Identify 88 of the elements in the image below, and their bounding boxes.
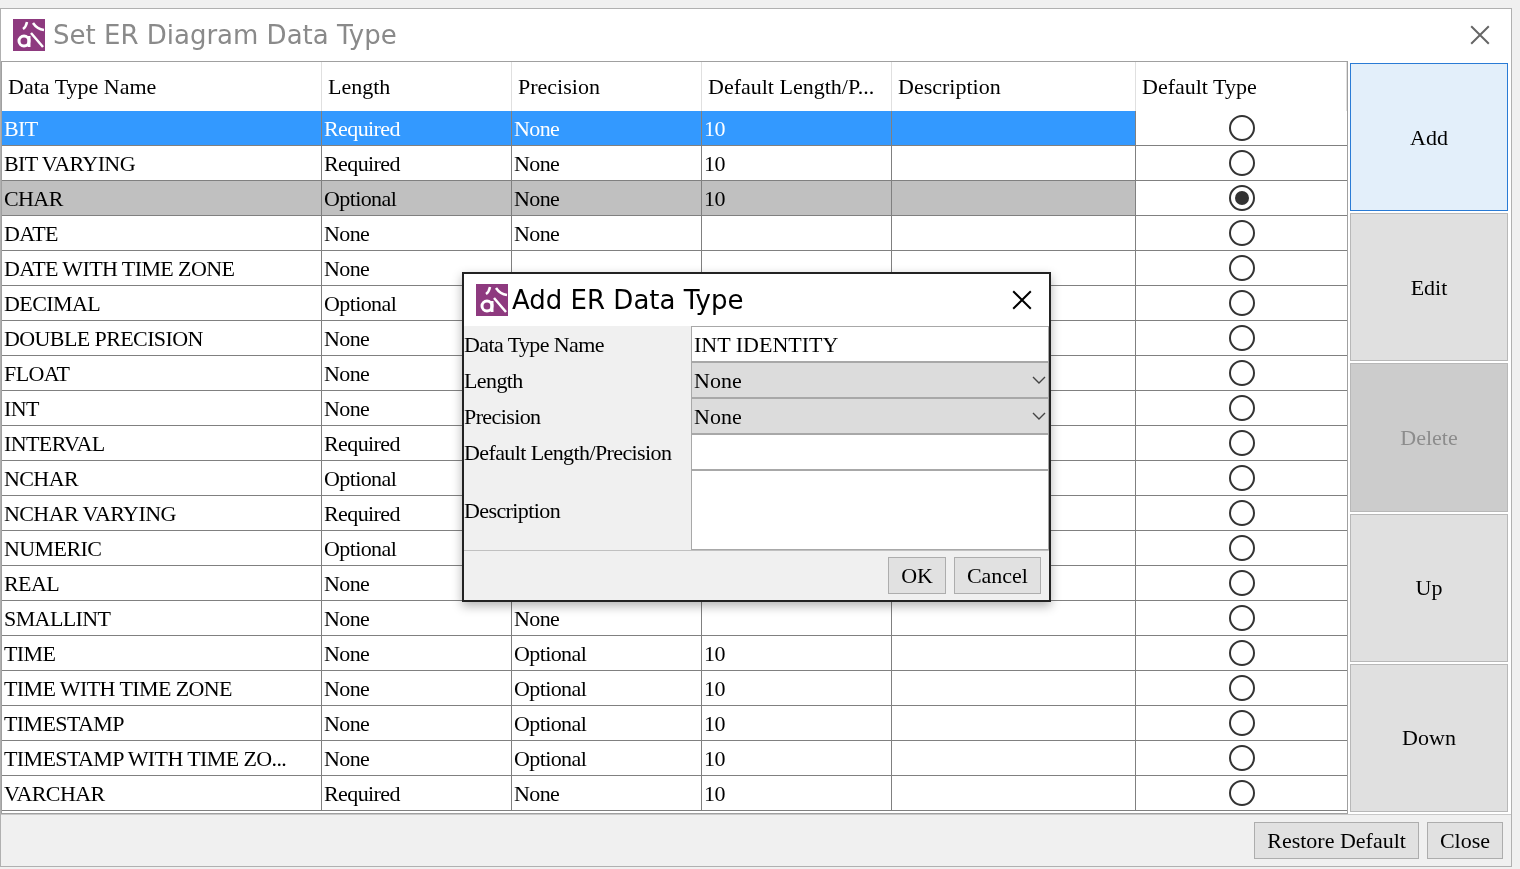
- table-cell: 10: [702, 146, 892, 180]
- table-cell: 10: [702, 636, 892, 670]
- table-cell: None: [322, 216, 512, 250]
- default-radio[interactable]: [1228, 185, 1255, 211]
- dropdown[interactable]: None: [691, 398, 1049, 434]
- default-radio[interactable]: [1228, 500, 1255, 526]
- default-radio[interactable]: [1228, 255, 1255, 281]
- default-radio[interactable]: [1228, 430, 1255, 456]
- default-radio[interactable]: [1228, 150, 1255, 176]
- default-radio[interactable]: [1228, 360, 1255, 386]
- side-button[interactable]: Down: [1350, 663, 1508, 812]
- app-logo-icon: [13, 19, 45, 51]
- footer-button[interactable]: Close: [1426, 822, 1503, 859]
- input-field[interactable]: [691, 434, 1049, 470]
- table-cell: DATE WITH TIME ZONE: [2, 251, 322, 285]
- dropdown[interactable]: None: [691, 362, 1049, 398]
- close-icon[interactable]: [1011, 289, 1033, 311]
- side-button[interactable]: Add: [1350, 63, 1508, 212]
- table-cell: FLOAT: [2, 356, 322, 390]
- table-cell: INT: [2, 391, 322, 425]
- dialog-button[interactable]: Cancel: [953, 557, 1041, 594]
- table-cell: None: [512, 216, 702, 250]
- default-radio[interactable]: [1228, 675, 1255, 701]
- table-cell: 10: [702, 776, 892, 810]
- table-cell: DECIMAL: [2, 286, 322, 320]
- default-radio[interactable]: [1228, 465, 1255, 491]
- table-cell: INTERVAL: [2, 426, 322, 460]
- table-cell: VARCHAR: [2, 776, 322, 810]
- table-cell: BIT: [2, 111, 322, 145]
- table-cell: Optional: [512, 706, 702, 740]
- table-cell: SMALLINT: [2, 601, 322, 635]
- input-field[interactable]: INT IDENTITY: [691, 326, 1049, 362]
- default-radio[interactable]: [1228, 220, 1255, 246]
- app-logo-icon: [476, 284, 508, 316]
- table-cell: TIME: [2, 636, 322, 670]
- table-cell: Required: [322, 111, 512, 145]
- default-radio[interactable]: [1228, 745, 1255, 771]
- description-field[interactable]: [691, 470, 1049, 550]
- table-cell: NCHAR VARYING: [2, 496, 322, 530]
- table-cell: 10: [702, 181, 892, 215]
- default-radio[interactable]: [1228, 535, 1255, 561]
- table-cell: Optional: [322, 181, 512, 215]
- dialog-title: Add ER Data Type: [512, 283, 744, 317]
- chevron-down-icon: [1032, 375, 1046, 385]
- table-cell: 10: [702, 706, 892, 740]
- table-cell: TIMESTAMP WITH TIME ZO...: [2, 741, 322, 775]
- table-cell: None: [512, 776, 702, 810]
- default-radio[interactable]: [1228, 710, 1255, 736]
- table-cell: Optional: [512, 741, 702, 775]
- table-cell: None: [322, 636, 512, 670]
- side-button[interactable]: Up: [1350, 513, 1508, 662]
- table-cell: None: [322, 671, 512, 705]
- chevron-down-icon: [1032, 411, 1046, 421]
- window-title: Set ER Diagram Data Type: [53, 18, 397, 52]
- table-cell: Required: [322, 146, 512, 180]
- default-radio[interactable]: [1228, 290, 1255, 316]
- footer-button[interactable]: Restore Default: [1254, 822, 1419, 859]
- table-cell: None: [322, 706, 512, 740]
- table-cell: None: [512, 111, 702, 145]
- side-button[interactable]: Edit: [1350, 213, 1508, 362]
- table-cell: TIME WITH TIME ZONE: [2, 671, 322, 705]
- default-radio[interactable]: [1228, 605, 1255, 631]
- table-cell: REAL: [2, 566, 322, 600]
- table-cell: NUMERIC: [2, 531, 322, 565]
- table-cell: None: [512, 601, 702, 635]
- table-cell: Required: [322, 776, 512, 810]
- table-cell: BIT VARYING: [2, 146, 322, 180]
- table-cell: None: [322, 601, 512, 635]
- table-cell: TIMESTAMP: [2, 706, 322, 740]
- default-radio[interactable]: [1228, 325, 1255, 351]
- default-radio[interactable]: [1228, 395, 1255, 421]
- dialog-button[interactable]: OK: [888, 557, 946, 594]
- table-cell: DATE: [2, 216, 322, 250]
- table-cell: DOUBLE PRECISION: [2, 321, 322, 355]
- table-cell: None: [512, 146, 702, 180]
- table-cell: None: [512, 181, 702, 215]
- default-radio[interactable]: [1228, 115, 1255, 141]
- table-cell: Optional: [512, 671, 702, 705]
- default-radio[interactable]: [1228, 780, 1255, 806]
- default-radio[interactable]: [1228, 570, 1255, 596]
- table-cell: CHAR: [2, 181, 322, 215]
- table-cell: 10: [702, 741, 892, 775]
- table-cell: 10: [702, 671, 892, 705]
- table-cell: 10: [702, 111, 892, 145]
- table-cell: NCHAR: [2, 461, 322, 495]
- table-cell: Optional: [512, 636, 702, 670]
- table-cell: None: [322, 741, 512, 775]
- default-radio[interactable]: [1228, 640, 1255, 666]
